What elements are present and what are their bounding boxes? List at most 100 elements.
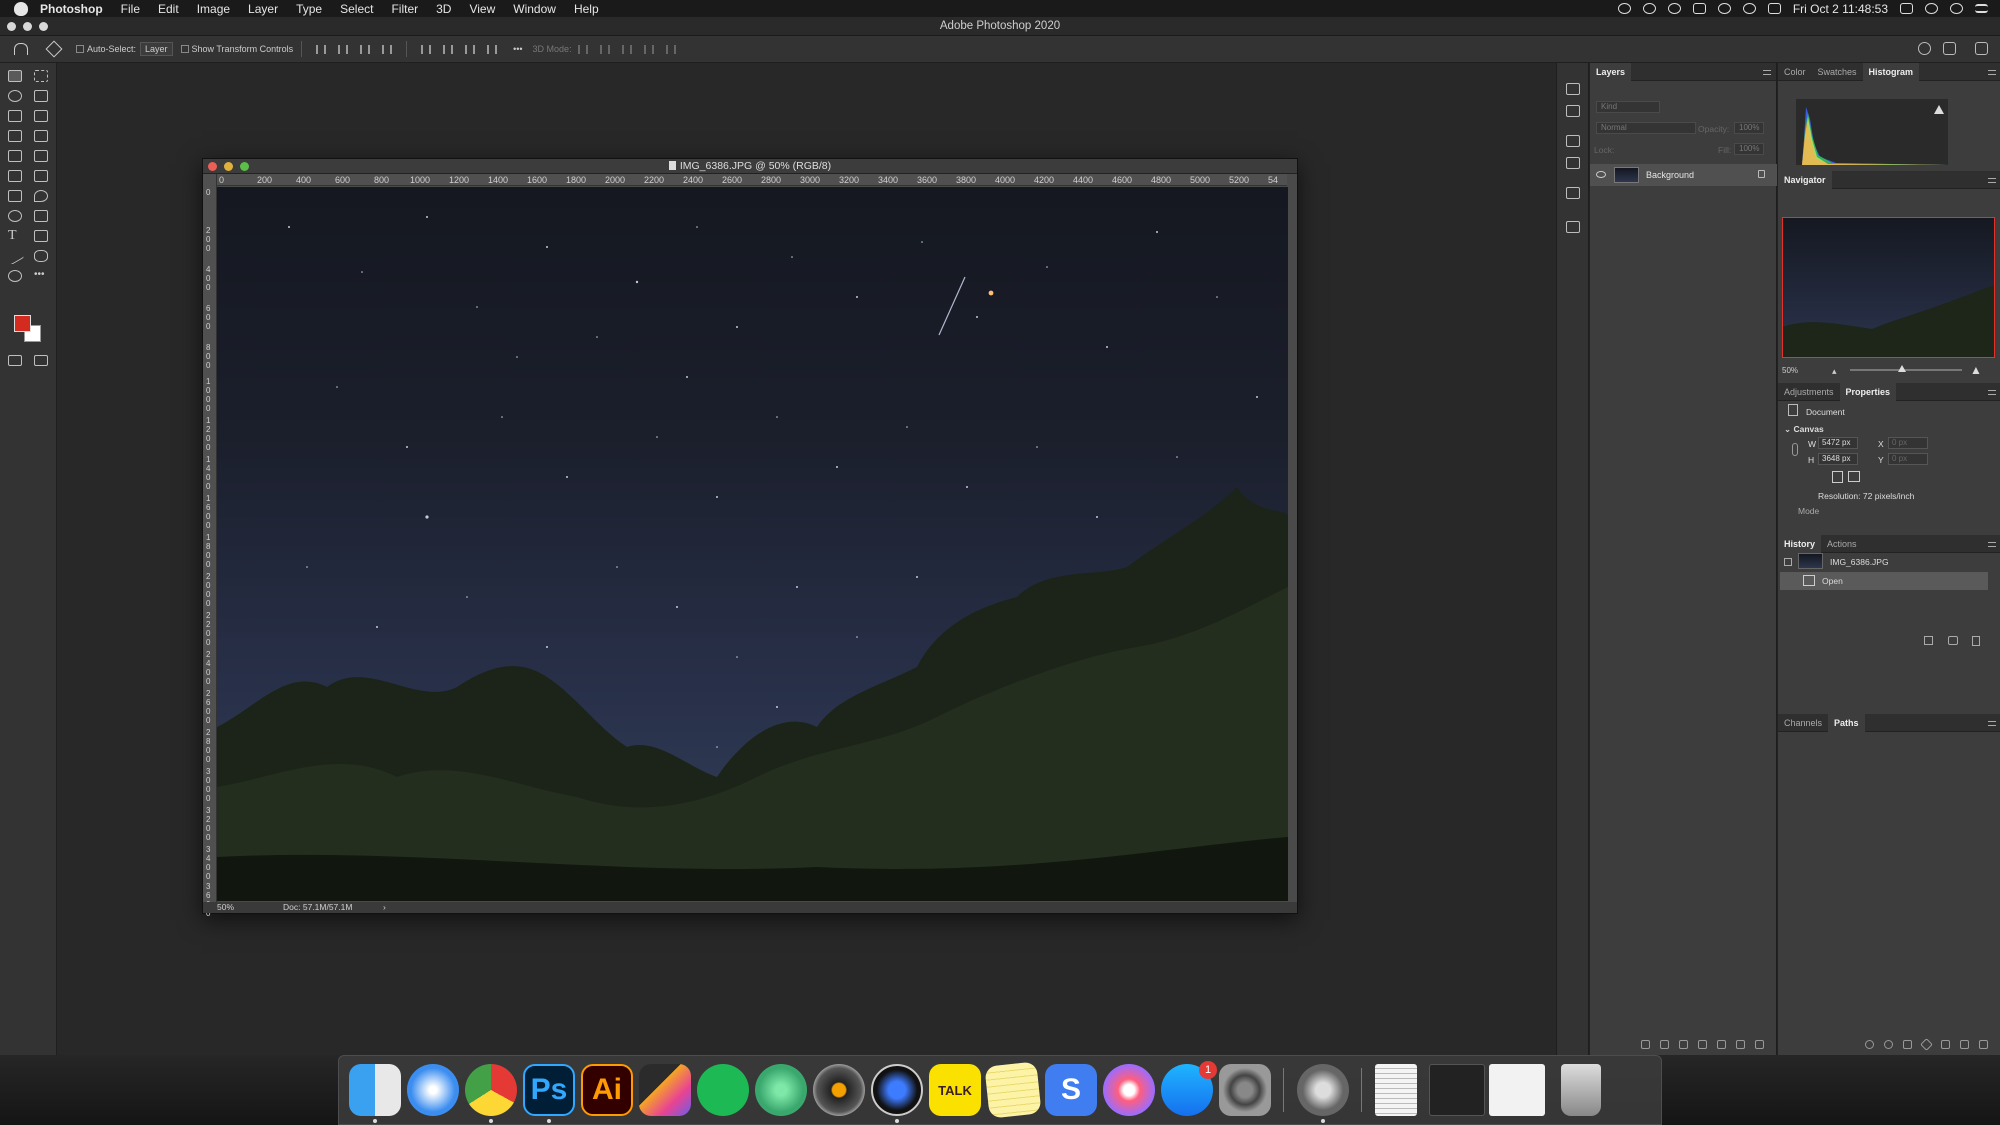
crop-tool-icon[interactable]: [8, 110, 22, 122]
align-bottom-icon[interactable]: [465, 44, 476, 54]
align-top-icon[interactable]: [421, 44, 432, 54]
quick-mask-icon[interactable]: [8, 355, 22, 366]
menu-app-name[interactable]: Photoshop: [40, 2, 103, 16]
zoom-in-icon[interactable]: ▲: [1970, 363, 1982, 377]
photoshop-icon[interactable]: Ps: [523, 1064, 575, 1116]
document-zoom-button[interactable]: [240, 162, 249, 171]
home-icon[interactable]: [14, 43, 28, 55]
chrome-icon[interactable]: [465, 1064, 517, 1116]
more-options-icon[interactable]: •••: [513, 44, 522, 54]
menu-window[interactable]: Window: [513, 2, 556, 16]
new-group-icon[interactable]: [1717, 1040, 1726, 1049]
menu-help[interactable]: Help: [574, 2, 599, 16]
load-path-as-selection-icon[interactable]: [1903, 1040, 1912, 1049]
dodge-tool-icon[interactable]: [8, 210, 22, 222]
view-box-frame[interactable]: [1782, 217, 1995, 358]
3d-panel-icon[interactable]: [1566, 221, 1580, 233]
align-middle-icon[interactable]: [443, 44, 454, 54]
portrait-orientation-icon[interactable]: [1832, 471, 1843, 483]
quicktime-icon[interactable]: [1297, 1064, 1349, 1116]
screenshot-stack-icon[interactable]: [1429, 1064, 1485, 1116]
lock-icon[interactable]: [1758, 170, 1765, 178]
panel-menu-icon[interactable]: [1988, 70, 1996, 75]
adjustments-icon[interactable]: [1566, 105, 1580, 117]
distribute-horizontal-icon[interactable]: [382, 44, 393, 54]
zoom-tool-icon[interactable]: [8, 270, 22, 282]
snapshot-name[interactable]: IMG_6386.JPG: [1830, 557, 1889, 567]
move-tool-icon[interactable]: [45, 40, 63, 58]
eraser-tool-icon[interactable]: [34, 170, 48, 182]
lasso-tool-icon[interactable]: [8, 90, 22, 102]
history-state-open[interactable]: Open: [1780, 572, 1988, 590]
panel-menu-icon[interactable]: [1763, 70, 1771, 75]
navigator-zoom[interactable]: 50%: [1782, 366, 1798, 375]
quick-selection-tool-icon[interactable]: [34, 90, 48, 102]
eyedropper-tool-icon[interactable]: [8, 130, 22, 142]
wifi-icon[interactable]: [1742, 3, 1756, 14]
hand-tool-icon[interactable]: [34, 250, 48, 262]
fill-path-icon[interactable]: [1865, 1040, 1874, 1049]
line-tool-icon[interactable]: [5, 247, 25, 265]
layer-style-icon[interactable]: [1660, 1040, 1669, 1049]
tab-layers[interactable]: Layers: [1590, 62, 1632, 81]
final-cut-pro-icon[interactable]: [639, 1064, 691, 1116]
system-preferences-icon[interactable]: [1219, 1064, 1271, 1116]
navigator-thumbnail[interactable]: [1782, 217, 1995, 358]
trash-icon[interactable]: [1979, 1040, 1988, 1049]
marquee-tool-icon[interactable]: [34, 70, 48, 82]
blur-tool-icon[interactable]: [34, 190, 48, 202]
tab-channels[interactable]: Channels: [1778, 714, 1828, 732]
character-panel-icon[interactable]: [1566, 135, 1580, 147]
minimize-window-button[interactable]: [23, 22, 32, 31]
layer-row-background[interactable]: Background: [1590, 164, 1777, 186]
notes-icon[interactable]: [984, 1061, 1042, 1119]
link-layers-icon[interactable]: [1641, 1040, 1650, 1049]
canvas-section-toggle[interactable]: ⌄ Canvas: [1784, 424, 1824, 435]
brush-settings-icon[interactable]: [1566, 83, 1580, 95]
media-player-icon[interactable]: [871, 1064, 923, 1116]
menu-edit[interactable]: Edit: [158, 2, 179, 16]
trash-icon[interactable]: [1755, 1040, 1764, 1049]
input-source-icon[interactable]: [1900, 3, 1913, 14]
panel-menu-icon[interactable]: [1988, 542, 1996, 547]
slider-knob[interactable]: [1898, 365, 1906, 372]
new-document-from-state-icon[interactable]: [1924, 636, 1933, 645]
trash-icon[interactable]: [1972, 636, 1980, 646]
tab-swatches[interactable]: Swatches: [1812, 63, 1863, 81]
status-menu-arrow[interactable]: ›: [383, 902, 386, 913]
eject-icon[interactable]: [1767, 3, 1781, 14]
trash-icon[interactable]: [1561, 1064, 1601, 1116]
downloads-stack-icon[interactable]: [1489, 1064, 1545, 1116]
frame-tool-icon[interactable]: [34, 110, 48, 122]
path-selection-tool-icon[interactable]: [34, 230, 48, 242]
layer-mask-icon[interactable]: [1679, 1040, 1688, 1049]
opacity-input[interactable]: 100%: [1734, 122, 1764, 134]
width-input[interactable]: 5472 px: [1818, 437, 1858, 449]
landscape-orientation-icon[interactable]: [1848, 471, 1860, 482]
image-canvas[interactable]: [217, 187, 1288, 901]
menu-3d[interactable]: 3D: [436, 2, 451, 16]
vertical-ruler[interactable]: 0 2 0 0 4 0 0 6 0 0 8 0 0 1 0 0 0 1 2 0 …: [203, 174, 217, 918]
foreground-color-swatch[interactable]: [14, 315, 31, 332]
glyphs-icon[interactable]: [1566, 187, 1580, 199]
healing-brush-tool-icon[interactable]: [34, 130, 48, 142]
new-path-icon[interactable]: [1960, 1040, 1969, 1049]
show-transform-checkbox[interactable]: [180, 45, 189, 53]
history-brush-tool-icon[interactable]: [8, 170, 22, 182]
menu-select[interactable]: Select: [340, 2, 373, 16]
siri-icon[interactable]: [1950, 3, 1963, 14]
make-work-path-icon[interactable]: [1920, 1038, 1933, 1051]
atom-icon[interactable]: [755, 1064, 807, 1116]
auto-select-checkbox[interactable]: [76, 45, 84, 53]
menu-type[interactable]: Type: [296, 2, 322, 16]
layer-filter-select[interactable]: Kind: [1596, 101, 1660, 113]
finder-icon[interactable]: [349, 1064, 401, 1116]
panel-menu-icon[interactable]: [1988, 721, 1996, 726]
app-store-icon[interactable]: 1: [1161, 1061, 1217, 1116]
type-tool-icon[interactable]: T: [8, 229, 22, 243]
menu-image[interactable]: Image: [197, 2, 230, 16]
menu-filter[interactable]: Filter: [391, 2, 418, 16]
paragraph-panel-icon[interactable]: [1566, 157, 1580, 169]
fill-input[interactable]: 100%: [1734, 143, 1764, 155]
link-dimensions-icon[interactable]: [1792, 443, 1798, 456]
